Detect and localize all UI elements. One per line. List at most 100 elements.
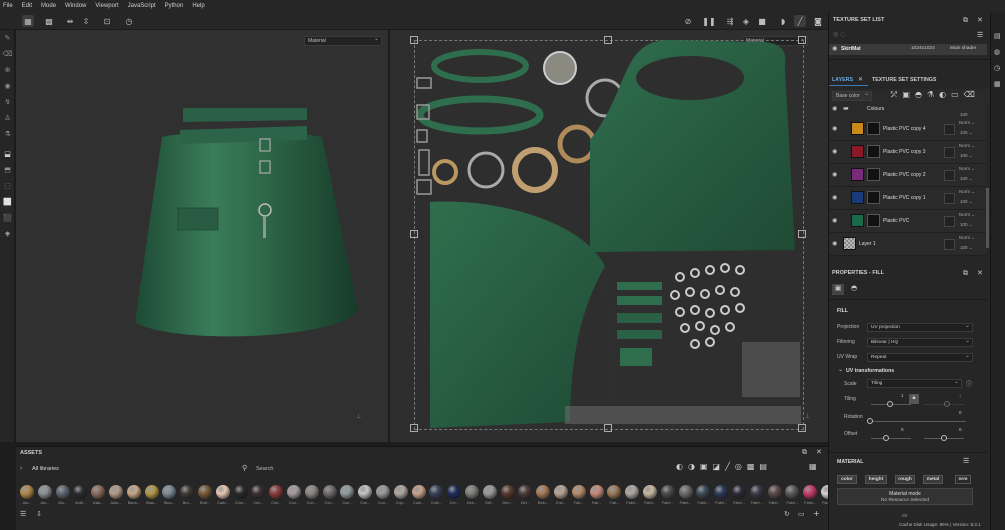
- layer-blend-box[interactable]: [944, 147, 955, 158]
- bake-icon[interactable]: ◗: [777, 15, 789, 27]
- material-thumbnail[interactable]: [696, 485, 711, 499]
- material-thumbnail[interactable]: [180, 485, 195, 499]
- menu-file[interactable]: File: [3, 3, 13, 9]
- picker-icon[interactable]: ⚗: [2, 130, 13, 141]
- channel-height-button[interactable]: height: [865, 475, 887, 484]
- eye-icon[interactable]: ◉: [832, 105, 837, 112]
- eye-icon[interactable]: ◉: [832, 125, 837, 132]
- layer-blend-mode[interactable]: Norm ⌄: [959, 166, 975, 172]
- menu-viewport[interactable]: Viewport: [95, 3, 118, 9]
- layer-blend-box[interactable]: [944, 239, 955, 250]
- eraser-icon[interactable]: ⌫: [2, 50, 13, 61]
- layer-row[interactable]: ◉ Layer 1 Norm ⌄ 100 ⌄: [829, 233, 987, 256]
- layer-row[interactable]: ◉ Plastic PVC copy 3 Norm ⌄ 100 ⌄: [829, 141, 987, 164]
- projection-icon[interactable]: ⊕: [2, 66, 13, 77]
- screenshot-icon[interactable]: ◙: [812, 15, 824, 27]
- material-thumbnail[interactable]: [126, 485, 141, 499]
- material-thumbnail[interactable]: [340, 485, 355, 499]
- geometry-icon[interactable]: ◉: [2, 82, 13, 93]
- tiling-slider-knob[interactable]: [887, 401, 893, 407]
- layer-blend-box[interactable]: [944, 124, 955, 135]
- texture-set-dock-icon[interactable]: ▤: [994, 32, 1001, 40]
- layer-folder-row[interactable]: ◉ ▬ Colours 100: [829, 104, 987, 118]
- list-view-icon[interactable]: ☰: [20, 510, 26, 518]
- menu-javascript[interactable]: JavaScript: [128, 3, 156, 9]
- eye-icon[interactable]: ◉: [832, 194, 837, 201]
- projection-dropdown[interactable]: UV projection: [867, 322, 973, 332]
- import-icon[interactable]: ⇩: [36, 510, 42, 518]
- cube-icon[interactable]: ◈: [740, 15, 752, 27]
- tiling-slider2-knob[interactable]: [944, 401, 950, 407]
- brush-icon[interactable]: ✎: [2, 34, 13, 45]
- layer-blend-box[interactable]: [944, 216, 955, 227]
- undock-icon[interactable]: ⧉: [963, 269, 968, 278]
- material-thumbnail[interactable]: [518, 485, 533, 499]
- add-icon[interactable]: +: [813, 509, 820, 518]
- layer-actions-icons[interactable]: ⤱▣◓⚗◐▭⌫: [891, 90, 980, 100]
- tab-layers[interactable]: LAYERS: [832, 77, 853, 83]
- eye-icon[interactable]: ◉: [832, 240, 837, 247]
- offset-x-knob[interactable]: [883, 435, 889, 441]
- grid-multi-icon[interactable]: ▩: [43, 15, 55, 27]
- layer-blend-mode[interactable]: Norm ⌄: [959, 212, 975, 218]
- material-thumbnail[interactable]: [287, 485, 301, 499]
- material-thumbnail[interactable]: [482, 485, 497, 499]
- uvwrap-dropdown[interactable]: Repeat: [867, 352, 973, 362]
- layer-blend-mode[interactable]: Norm ⌄: [959, 235, 975, 241]
- texture-set-row[interactable]: ◉ SkirtMat 1024x1024 Main shader: [829, 44, 987, 55]
- material-thumbnail[interactable]: [233, 485, 248, 499]
- material-thumbnail[interactable]: [251, 485, 266, 499]
- polyfill-icon[interactable]: ⬓: [2, 150, 13, 161]
- material-thumbnail[interactable]: [144, 485, 159, 499]
- offset-y-knob[interactable]: [941, 435, 947, 441]
- clone-icon[interactable]: ♙: [2, 114, 13, 125]
- layer-row[interactable]: ◉ Plastic PVC copy 2 Norm ⌄ 100 ⌄: [829, 164, 987, 187]
- material-thumbnail[interactable]: [429, 485, 444, 499]
- chevron-right-icon[interactable]: ›: [20, 465, 22, 472]
- eye-icon[interactable]: ◉: [832, 45, 837, 52]
- material-properties-icon[interactable]: ◓: [848, 284, 860, 295]
- material-thumbnail[interactable]: [643, 485, 657, 499]
- eye-icon[interactable]: ◎ ◌: [833, 31, 845, 38]
- channel-metal-button[interactable]: metal: [923, 475, 943, 484]
- material-thumbnail[interactable]: [411, 485, 426, 499]
- fill-properties-icon[interactable]: ▣: [832, 284, 844, 295]
- eye-icon[interactable]: ◉: [832, 148, 837, 155]
- material-thumbnail[interactable]: [660, 485, 675, 499]
- bake-tool-icon[interactable]: ⬜: [2, 198, 13, 209]
- pause-icon[interactable]: ❚❚: [702, 15, 715, 27]
- folder-icon[interactable]: ▭: [798, 510, 805, 518]
- material-thumbnail[interactable]: [73, 485, 88, 499]
- lock-icon[interactable]: 🔒︎: [909, 394, 919, 404]
- material-thumbnail[interactable]: [767, 485, 782, 499]
- menu-mode[interactable]: Mode: [41, 3, 56, 9]
- material-thumbnail[interactable]: [500, 485, 515, 499]
- export-icon[interactable]: ⬛: [2, 214, 13, 225]
- shader-dock-icon[interactable]: ◍: [994, 48, 1000, 56]
- layer-row[interactable]: ◉ Plastic PVC Norm ⌄ 100 ⌄: [829, 210, 987, 233]
- render-mode-icon[interactable]: ⇶: [724, 15, 736, 27]
- material-thumbnail[interactable]: [322, 485, 337, 499]
- search-input[interactable]: Search: [256, 466, 273, 472]
- chevron-down-icon[interactable]: ⌄: [838, 366, 843, 373]
- history-dock-icon[interactable]: ◷: [994, 64, 1000, 72]
- material-thumbnail[interactable]: [20, 485, 34, 499]
- material-thumbnail[interactable]: [571, 485, 586, 499]
- mirror-x-icon[interactable]: ⇹: [64, 15, 76, 27]
- smudge-icon[interactable]: ↯: [2, 98, 13, 109]
- layer-opacity[interactable]: 100 ⌄: [960, 222, 973, 228]
- measure-icon[interactable]: ⬒: [2, 166, 13, 177]
- scrollbar[interactable]: [986, 188, 989, 248]
- rotation-slider-track[interactable]: [871, 421, 966, 422]
- material-mode-box[interactable]: Material mode No Resource Selected: [837, 488, 973, 505]
- material-thumbnail[interactable]: [55, 485, 70, 499]
- material-thumbnail[interactable]: [749, 485, 764, 499]
- material-thumbnail[interactable]: [162, 485, 177, 499]
- camera-icon[interactable]: ■: [756, 15, 768, 27]
- share-icon[interactable]: ⎈: [2, 230, 13, 241]
- scale-dropdown[interactable]: Tiling: [867, 378, 962, 388]
- refresh-icon[interactable]: ↻: [784, 510, 790, 518]
- layer-blend-mode[interactable]: Norm ⌄: [959, 143, 975, 149]
- material-thumbnail[interactable]: [91, 485, 106, 499]
- material-thumbnail[interactable]: [269, 485, 284, 499]
